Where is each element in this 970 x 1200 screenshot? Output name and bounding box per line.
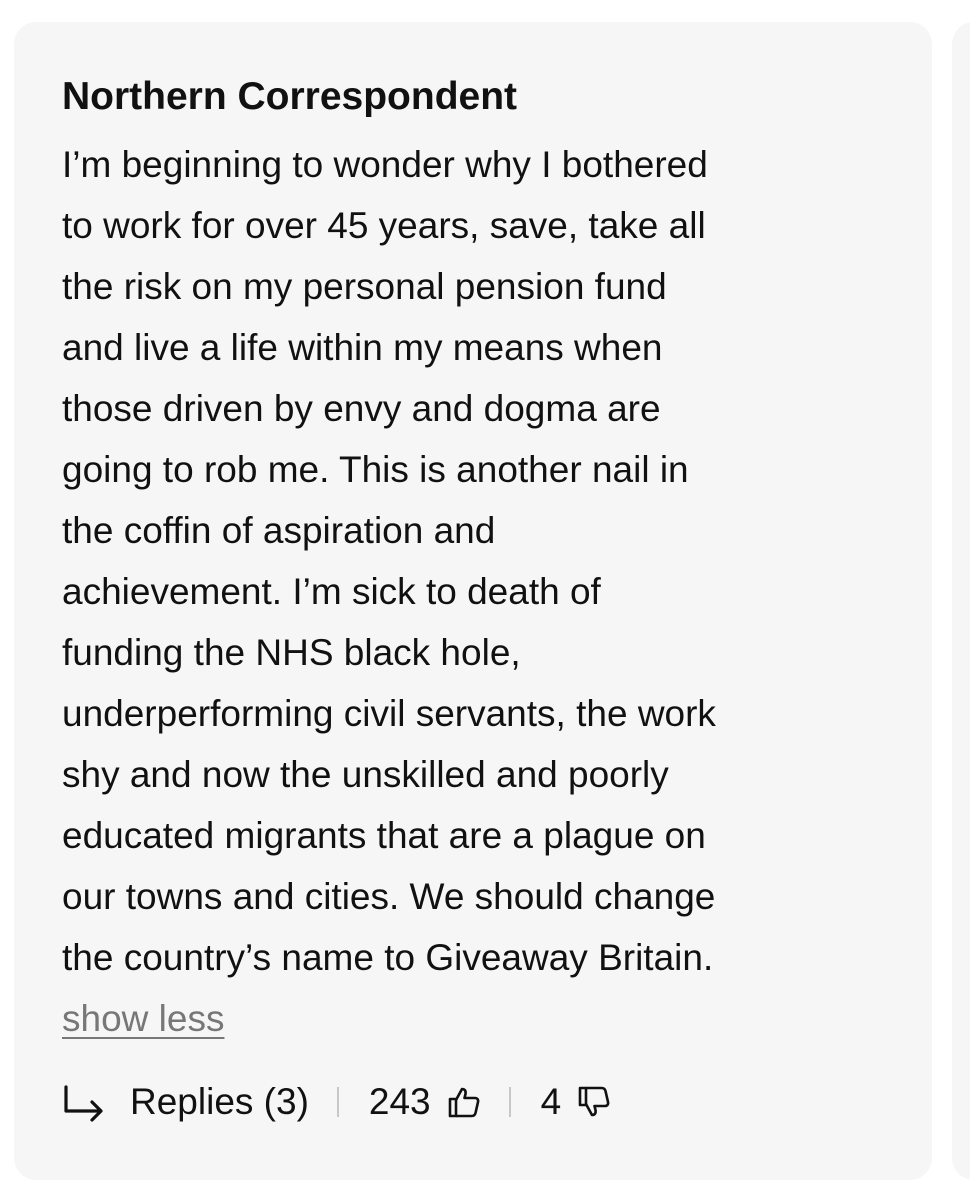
comment-line: the country’s name to Giveaway Britain. xyxy=(62,937,714,978)
comment-line: and live a life within my means when xyxy=(62,327,663,368)
comment-line: funding the NHS black hole, xyxy=(62,632,521,673)
reply-arrow-icon xyxy=(64,1085,103,1122)
comment-line: achievement. I’m sick to death of xyxy=(62,571,601,612)
upvote-count: 243 xyxy=(368,1081,431,1122)
replies-button[interactable]: Replies (3) xyxy=(62,1079,309,1125)
comment-line: to work for over 45 years, save, take al… xyxy=(62,205,706,246)
separator xyxy=(508,1087,511,1117)
comment-line: shy and now the unskilled and poorly xyxy=(62,754,669,795)
downvote-count: 4 xyxy=(540,1081,562,1122)
comment-line: our towns and cities. We should change xyxy=(62,876,716,917)
comment-author: Northern Correspondent xyxy=(62,75,518,118)
comment-line: educated migrants that are a plague on xyxy=(62,815,706,856)
comment-line: the risk on my personal pension fund xyxy=(62,266,667,307)
thumbs-up-icon xyxy=(448,1087,480,1118)
upvote-button[interactable]: 243 xyxy=(369,1081,481,1123)
comment-line: I’m beginning to wonder why I bothered xyxy=(62,144,708,185)
comment-line: those driven by envy and dogma are xyxy=(62,388,661,429)
show-less-link[interactable]: show less xyxy=(62,988,224,1049)
next-comment-card-edge xyxy=(952,22,970,1180)
comment-line: the coffin of aspiration and xyxy=(62,510,496,551)
replies-label: Replies (3) xyxy=(130,1081,309,1122)
comment-line: going to rob me. This is another nail in xyxy=(62,449,689,490)
comment-line: underperforming civil servants, the work xyxy=(62,693,716,734)
separator xyxy=(336,1087,339,1117)
thumbs-down-icon xyxy=(578,1086,610,1117)
downvote-button[interactable]: 4 xyxy=(541,1081,612,1123)
comment-actions: Replies (3) 243 4 xyxy=(62,1072,611,1132)
comment-body: I’m beginning to wonder why I bothered t… xyxy=(62,134,922,988)
